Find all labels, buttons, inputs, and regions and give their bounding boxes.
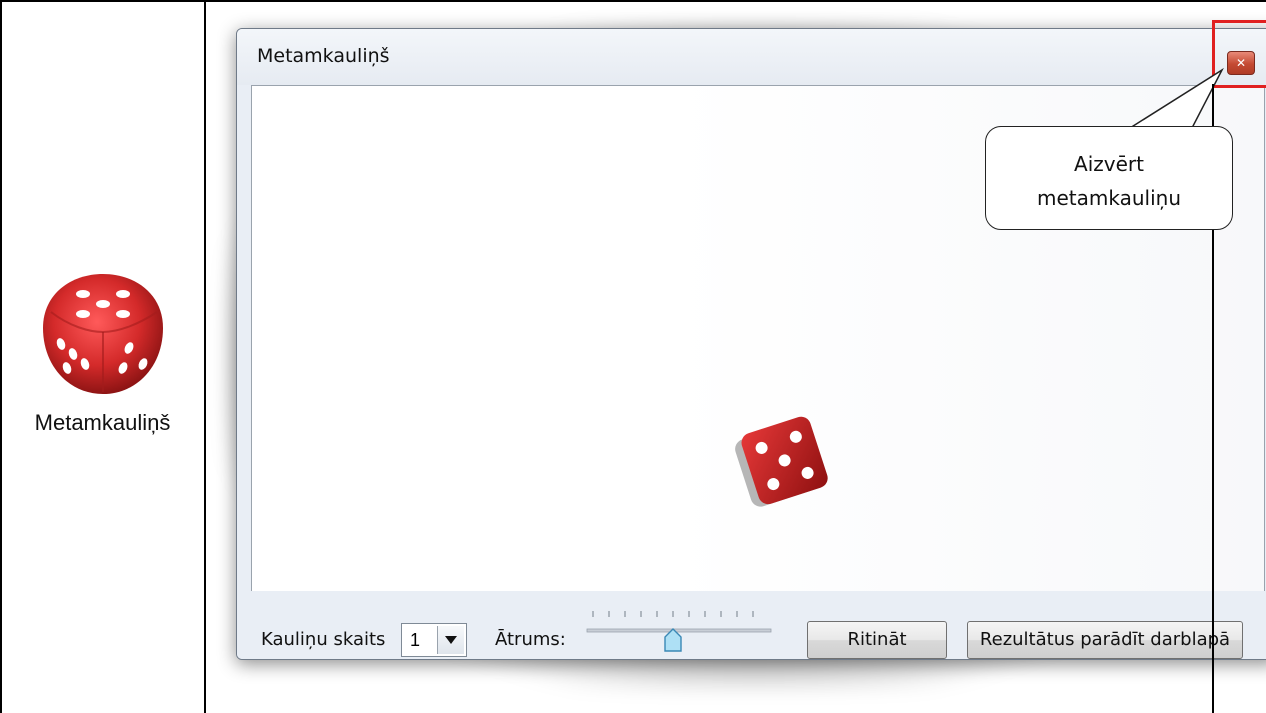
- close-highlight-box: [1212, 20, 1266, 88]
- callout-bubble: Aizvērt metamkauliņu: [985, 126, 1233, 230]
- roll-button[interactable]: Ritināt: [807, 621, 947, 659]
- app-label: Metamkauliņš: [34, 410, 171, 435]
- window-title: Metamkauliņš: [257, 45, 390, 67]
- callout-line-2: metamkauliņu: [1037, 186, 1181, 210]
- dice-count-label: Kauliņu skaits: [261, 629, 386, 650]
- dice-count-select[interactable]: 1: [401, 623, 467, 657]
- chevron-down-icon[interactable]: [437, 626, 464, 654]
- callout-line-1: Aizvērt: [1074, 152, 1144, 176]
- app-launcher-cell[interactable]: Metamkauliņš: [0, 0, 205, 713]
- speed-slider[interactable]: [585, 603, 773, 653]
- titlebar[interactable]: Metamkauliņš ✕: [237, 29, 1266, 85]
- red-dice-icon: [43, 274, 163, 394]
- show-results-button[interactable]: Rezultātus parādīt darblapā: [967, 621, 1243, 659]
- rolling-die-icon: [735, 416, 828, 507]
- controls-bar: Kauliņu skaits 1 Ātrums: Ritināt Rezultā…: [237, 591, 1266, 659]
- dice-count-value: 1: [410, 630, 421, 650]
- dice-window: Metamkauliņš ✕ Kauliņu skaits 1 Ātrums: …: [236, 28, 1266, 660]
- speed-label: Ātrums:: [495, 629, 566, 650]
